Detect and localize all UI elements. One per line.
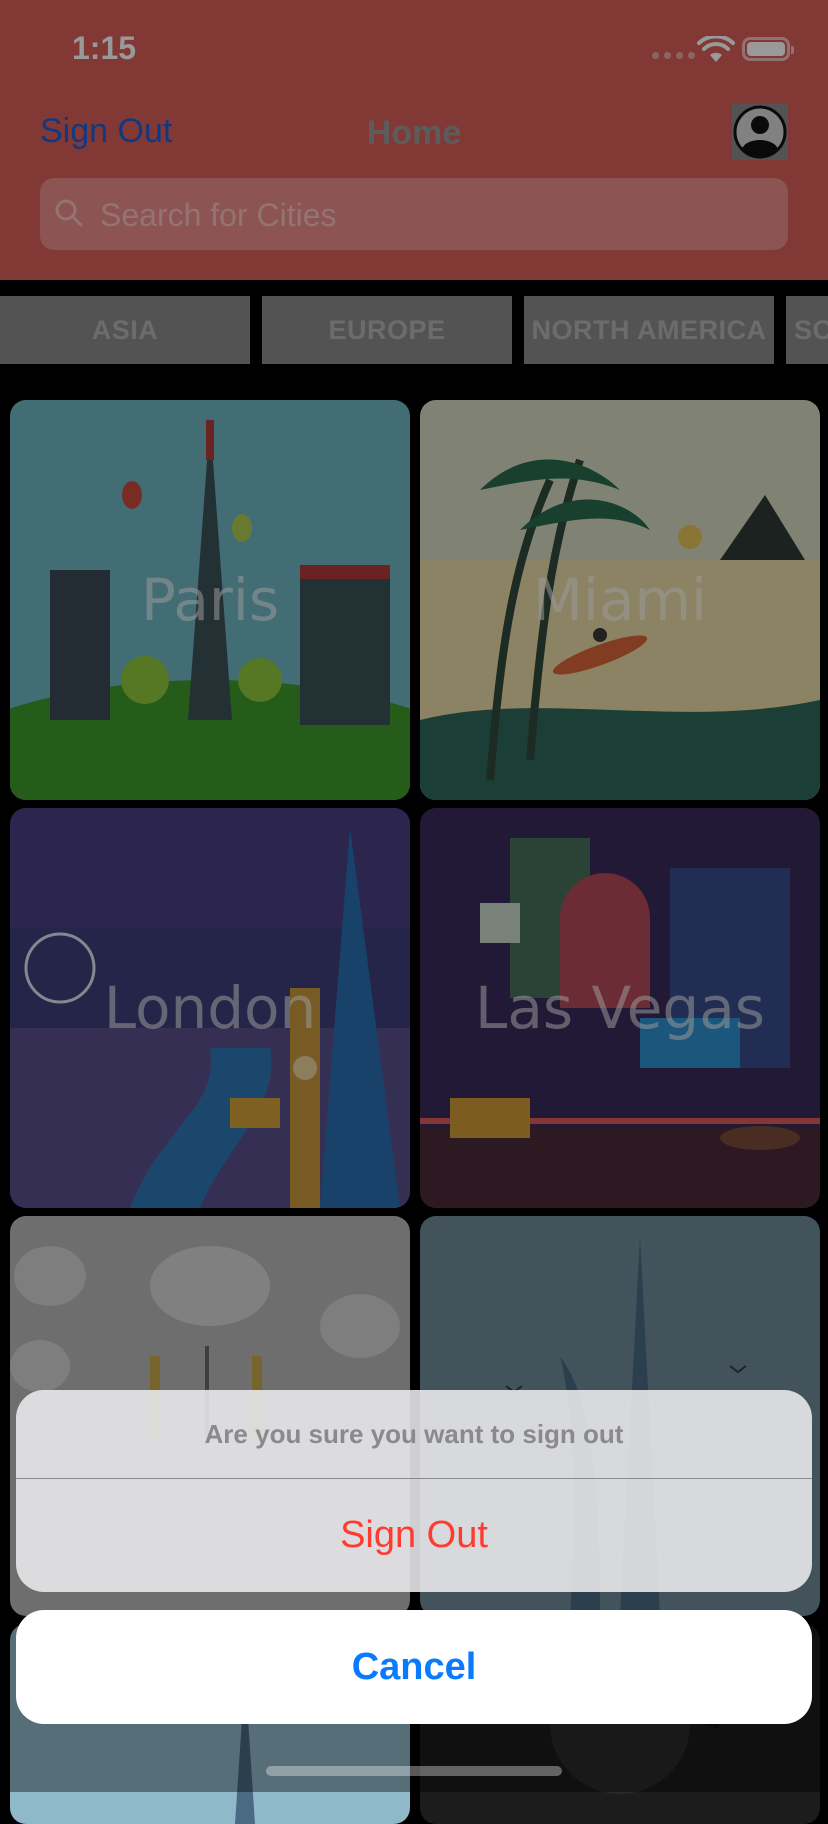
- action-sheet-message: Are you sure you want to sign out: [204, 1418, 624, 1449]
- home-indicator[interactable]: [266, 1766, 562, 1776]
- app-root: 1:15 Sign Out Home Search for Cities ASI…: [0, 0, 828, 1824]
- sign-out-action-sheet: Are you sure you want to sign out Sign O…: [16, 1390, 812, 1592]
- confirm-sign-out-button[interactable]: Sign Out: [16, 1479, 812, 1592]
- cancel-button[interactable]: Cancel: [16, 1610, 812, 1724]
